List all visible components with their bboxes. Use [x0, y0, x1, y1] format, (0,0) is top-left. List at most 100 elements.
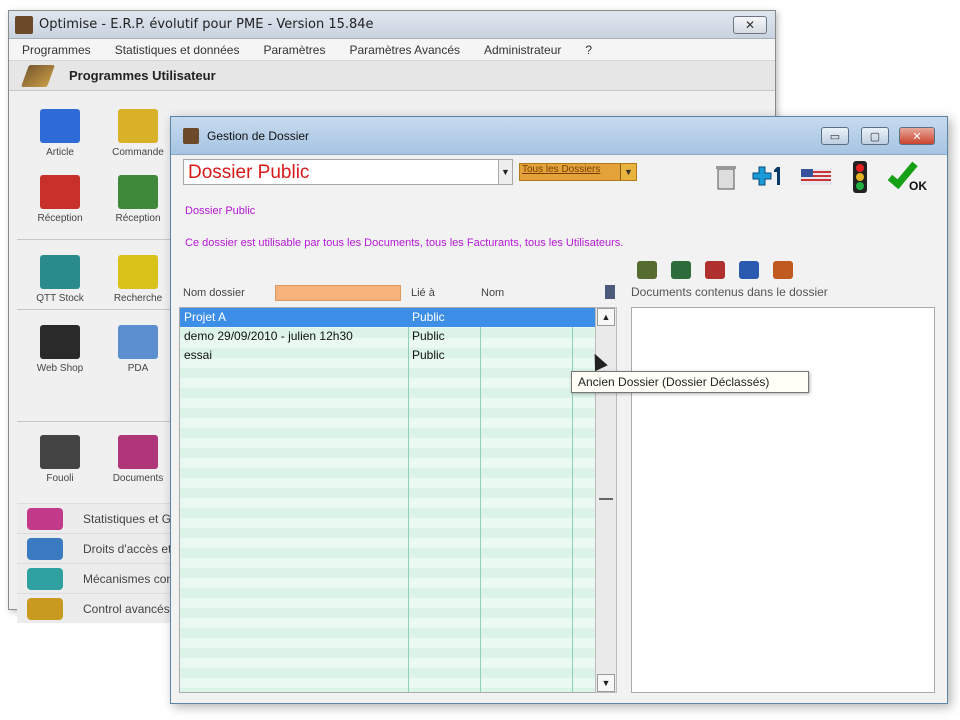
list-item-label: Droits d'accès et	[83, 541, 172, 556]
cart-icon	[40, 325, 80, 359]
dossier-name-info: Dossier Public	[185, 205, 256, 217]
cell-linked: Public	[412, 348, 445, 362]
main-close-button[interactable]: ✕	[733, 16, 767, 34]
pda-icon	[118, 325, 158, 359]
chevron-down-icon[interactable]: ▼	[498, 160, 512, 184]
divider	[17, 239, 177, 240]
commande-icon	[118, 109, 158, 143]
dossier-description: Ce dossier est utilisable par tous les D…	[185, 237, 624, 249]
tile-commande[interactable]: Commande	[103, 103, 173, 173]
cell-name: demo 29/09/2010 - julien 12h30	[184, 329, 353, 343]
col-header-nom-dossier[interactable]: Nom dossier	[183, 287, 245, 299]
column-divider	[480, 308, 481, 692]
column-divider	[572, 308, 573, 692]
docs-contained-label: Documents contenus dans le dossier	[631, 285, 828, 299]
tile-documents[interactable]: Documents	[103, 429, 173, 499]
maximize-button[interactable]: ▢	[861, 127, 889, 145]
tooltip: Ancien Dossier (Dossier Déclassés)	[571, 371, 809, 393]
dialog-title: Gestion de Dossier	[207, 128, 310, 143]
main-window-title: Optimise - E.R.P. évolutif pour PME - Ve…	[39, 17, 374, 32]
add-one-icon[interactable]	[749, 159, 780, 193]
gestion-dossier-dialog: Gestion de Dossier ▭ ▢ ✕ Dossier Public …	[170, 116, 948, 704]
tile-reception-2[interactable]: Réception	[103, 169, 173, 239]
menu-parametres-avances[interactable]: Paramètres Avancés	[349, 43, 460, 57]
tile-reception[interactable]: Réception	[25, 169, 95, 239]
scroll-thumb[interactable]	[599, 498, 613, 500]
pie-icon	[27, 507, 63, 530]
tile-pda[interactable]: PDA	[103, 319, 173, 389]
trash-icon[interactable]	[711, 159, 741, 193]
list-item-droits[interactable]: Droits d'accès et	[17, 533, 177, 563]
menu-programmes[interactable]: Programmes	[22, 43, 91, 57]
table-row[interactable]: demo 29/09/2010 - julien 12h30 Public	[180, 327, 596, 346]
divider	[17, 421, 177, 422]
document-toolbar	[637, 261, 827, 283]
col-header-nom[interactable]: Nom	[481, 287, 504, 299]
abc-icon[interactable]	[739, 261, 759, 279]
scroll-up-icon[interactable]: ▲	[597, 308, 615, 326]
list-item-mecanismes[interactable]: Mécanismes con	[17, 563, 177, 593]
list-item-label: Mécanismes con	[83, 571, 174, 586]
programmes-header: Programmes Utilisateur	[9, 61, 775, 91]
tile-label: Réception	[115, 213, 161, 224]
chevron-down-icon[interactable]: ▼	[620, 164, 636, 180]
name-filter-input[interactable]	[275, 285, 401, 301]
divider	[17, 309, 177, 310]
menu-help[interactable]: ?	[585, 43, 592, 57]
app-icon	[183, 127, 199, 144]
tile-web-shop[interactable]: Web Shop	[25, 319, 95, 389]
tile-label: Fouoli	[46, 473, 74, 484]
tile-label: Web Shop	[36, 363, 84, 374]
search-icon	[118, 255, 158, 289]
bottle-icon[interactable]	[773, 261, 793, 279]
documents-panel[interactable]	[631, 307, 935, 693]
list-item-control[interactable]: Control avancés	[17, 593, 177, 623]
table-row[interactable]: Projet A Public	[180, 308, 596, 327]
truck-icon	[40, 175, 80, 209]
list-item-statistiques[interactable]: Statistiques et G	[17, 503, 177, 533]
dialog-titlebar: Gestion de Dossier ▭ ▢ ✕	[171, 117, 947, 155]
all-dossiers-select[interactable]: Tous les Dossiers ▼	[519, 163, 637, 181]
control-icon	[27, 597, 63, 620]
tile-label: Documents	[112, 473, 164, 484]
list-item-label: Statistiques et G	[83, 511, 172, 526]
minimize-button[interactable]: ▭	[821, 127, 849, 145]
col-header-lie-a[interactable]: Lié à	[411, 287, 435, 299]
column-divider	[408, 308, 409, 692]
ok-button[interactable]: OK	[887, 157, 941, 193]
tile-label: QTT Stock	[36, 293, 84, 304]
tile-fouoli[interactable]: Fouoli	[25, 429, 95, 499]
scroll-down-icon[interactable]: ▼	[597, 674, 615, 692]
book-icon[interactable]	[671, 261, 691, 279]
trash-small-icon[interactable]	[605, 285, 615, 299]
table-row[interactable]: essai Public	[180, 346, 596, 365]
app-icon	[15, 15, 33, 34]
dossier-select[interactable]: Dossier Public ▼	[183, 159, 513, 185]
truck-pda-icon	[118, 175, 158, 209]
close-button[interactable]: ✕	[899, 127, 935, 145]
tile-label: Commande	[112, 147, 164, 158]
dossier-select-value: Dossier Public	[188, 162, 310, 183]
main-titlebar: Optimise - E.R.P. évolutif pour PME - Ve…	[9, 11, 775, 39]
tile-article[interactable]: Article	[25, 103, 95, 173]
section-title: Programmes Utilisateur	[69, 68, 216, 83]
printer-icon[interactable]	[637, 261, 657, 279]
tools-icon	[20, 64, 56, 87]
bottom-list: Statistiques et G Droits d'accès et Méca…	[17, 503, 177, 623]
list-item-label: Control avancés	[83, 601, 170, 616]
person-icon[interactable]	[705, 261, 725, 279]
menu-parametres[interactable]: Paramètres	[263, 43, 325, 57]
cell-linked: Public	[412, 329, 445, 343]
tile-label: Article	[46, 147, 74, 158]
tile-label: Réception	[37, 213, 83, 224]
flag-icon[interactable]	[799, 159, 831, 193]
tools-cross-icon	[27, 537, 63, 560]
menu-administrateur[interactable]: Administrateur	[484, 43, 561, 57]
dialog-body: Dossier Public ▼ Tous les Dossiers ▼ OK …	[171, 155, 947, 703]
cell-name: essai	[184, 348, 213, 362]
documents-icon	[118, 435, 158, 469]
menu-statistiques[interactable]: Statistiques et données	[115, 43, 240, 57]
dossier-table: Projet A Public demo 29/09/2010 - julien…	[179, 307, 603, 693]
person-icon	[40, 435, 80, 469]
traffic-light-icon[interactable]	[845, 159, 875, 193]
